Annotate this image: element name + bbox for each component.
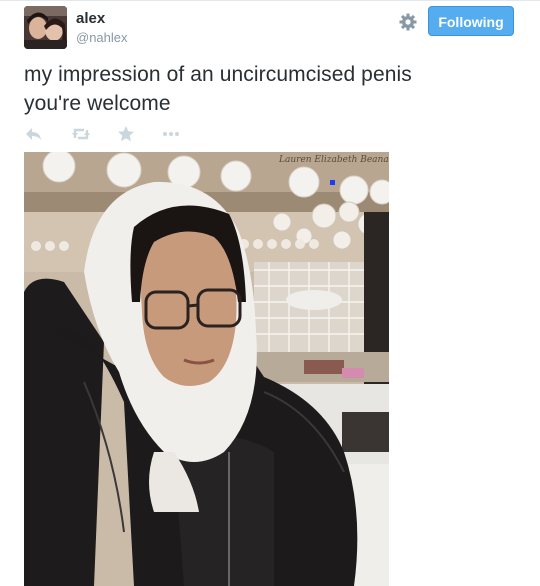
user-handle[interactable]: @nahlex: [76, 30, 128, 45]
following-button[interactable]: Following: [428, 6, 514, 36]
gear-icon[interactable]: [397, 11, 419, 33]
retweet-icon[interactable]: [71, 124, 91, 144]
tweet-text: my impression of an uncircumcised penis …: [24, 60, 514, 118]
tweet-actions: [24, 124, 204, 144]
tweet-photo[interactable]: Lauren Elizabeth Beana: [24, 152, 389, 586]
favorite-icon[interactable]: [116, 124, 136, 144]
tweet-line-2: you're welcome: [24, 92, 171, 115]
selfie-image: Lauren Elizabeth Beana: [24, 152, 389, 586]
tweet-line-1: my impression of an uncircumcised penis: [24, 63, 412, 86]
wall-sign: Lauren Elizabeth Beana: [278, 155, 389, 165]
user-name[interactable]: alex: [76, 10, 105, 27]
avatar-photo: [24, 6, 67, 49]
avatar[interactable]: [24, 6, 67, 49]
top-divider: [0, 0, 540, 1]
more-icon[interactable]: [161, 124, 181, 144]
reply-icon[interactable]: [24, 124, 44, 144]
